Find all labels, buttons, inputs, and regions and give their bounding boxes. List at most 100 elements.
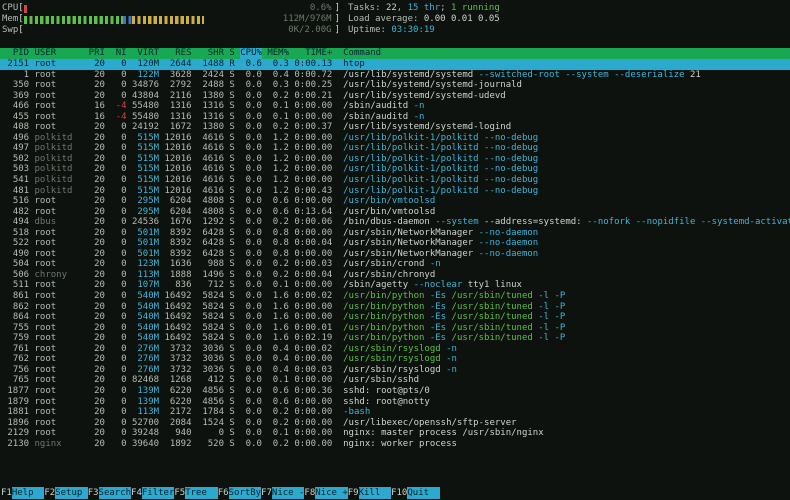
process-row[interactable]: 511 root 20 0 107M 836 712 S 0.0 0.1 0:00.00/sbin/… [0,280,790,291]
process-row[interactable]: 1896 root 20 0 52700 2084 1524 S 0.0 0.2 0:00.00/u… [0,418,790,429]
cell-shr: 4616 [202,185,225,196]
process-row[interactable]: 2130 nginx 20 0 39640 1892 520 S 0.0 0.2 0:00.00 ng… [0,439,790,450]
process-row[interactable]: 504 root 20 0 123M 1636 988 S 0.0 0.2 0:00.03/usr/… [0,259,790,270]
function-key-f6[interactable]: F6 SortBy [218,487,261,499]
process-row[interactable]: 761 root 20 0 276M 3732 3036 S 0.0 0.4 0:00.02/usr… [0,344,790,355]
process-row[interactable]: 490 root 20 0 501M 8392 6428 S 0.0 0.8 0:00.00/usr… [0,249,790,260]
column-header-ni[interactable]: NI [110,48,127,59]
process-row[interactable]: 502 polkitd 20 0 515M 12016 4616 S 0.0 1.2 0:00.00… [0,154,790,165]
cell-res: 12016 [164,185,192,196]
command-segment: nginx: master process /usr/sbin/nginx [343,428,544,439]
cell-shr: 3036 [202,343,225,354]
function-key-f7[interactable]: F7 Nice - [261,487,304,499]
cell-virt: 540M [137,333,160,344]
cell-user: chrony [34,269,67,280]
cell-user: root [34,375,57,386]
column-header-state[interactable]: S [229,48,234,59]
command-segment: /usr/sbin/tuned [451,291,539,302]
function-key-f10[interactable]: F10 Quit [391,487,440,499]
column-header-res[interactable]: RES [164,48,191,59]
function-key-f4[interactable]: F4 Filter [131,487,174,499]
cell-user: root [34,111,57,122]
cell-command: sshd: root@pts/0 [343,386,790,397]
process-row[interactable]: 518 root 20 0 501M 8392 6428 S 0.0 0.8 0:00.00/usr… [0,228,790,239]
column-header-virt[interactable]: VIRT [132,48,159,59]
cell-virt: 82468 [131,375,160,386]
process-row[interactable]: 765 root 20 0 82468 1268 412 S 0.0 0.1 0:00.00/usr… [0,375,790,386]
column-header-mem[interactable]: MEM% [267,48,289,59]
cell-res: 16492 [164,291,192,302]
process-row[interactable]: 864 root 20 0 540M 16492 5824 S 0.0 1.6 0:00.00/us… [0,312,790,323]
cell-virt: 540M [137,312,160,323]
cell-nice: 0 [121,143,127,154]
process-row[interactable]: 762 root 20 0 276M 3732 3036 S 0.0 0.4 0:00.00/usr… [0,354,790,365]
cell-pid: 503 [12,164,30,175]
process-row[interactable]: 481 polkitd 20 0 515M 12016 4616 S 0.0 1.2 0:00.43… [0,186,790,197]
process-row[interactable]: 482 root 20 0 295M 6204 4808 S 0.0 0.6 0:13.64/usr… [0,207,790,218]
process-row[interactable]: 522 root 20 0 501M 8392 6428 S 0.0 0.8 0:00.04/usr… [0,238,790,249]
function-key-f2[interactable]: F2 Setup [44,487,88,499]
process-row[interactable]: 759 root 20 0 540M 16492 5824 S 0.0 1.6 0:02.19/us… [0,333,790,344]
cell-nice: 0 [121,185,127,196]
process-row[interactable]: 1 root 20 0 122M 3628 2424 S 0.0 0.4 0:00.72/usr/l… [0,70,790,81]
cell-virt: 139M [137,396,160,407]
process-row[interactable]: 506 chrony 20 0 113M 1888 1496 S 0.0 0.2 0:00.04/u… [0,270,790,281]
cell-user: polkitd [34,143,73,154]
htop-terminal: CPU[0.6%] Mem[112M/976M] Swp[0K/2.00G] T… [0,0,790,500]
function-key-f3[interactable]: F3 Search [88,487,131,499]
function-key-f1[interactable]: F1 Help [1,487,45,499]
process-row[interactable]: 516 root 20 0 295M 6204 4808 S 0.0 0.6 0:00.00/usr… [0,196,790,207]
cell-res: 3732 [169,343,192,354]
process-row[interactable]: 350 root 20 0 34876 2792 2488 S 0.0 0.3 0:00.25/us… [0,80,790,91]
column-header-pid[interactable]: PID [2,48,29,59]
process-row-selected[interactable]: 2151 root 20 0 120M 2644 1488 R 0.6 0.3 0:00.13 hto… [0,59,790,70]
cell-time: 0:00.00 [294,101,333,112]
cell-priority: 20 [94,396,105,407]
cell-user: root [34,407,57,418]
process-row[interactable]: 1881 root 20 0 113M 2172 1784 S 0.0 0.2 0:00.00 -ba… [0,407,790,418]
cell-virt: 120M [137,59,160,69]
process-row[interactable]: 755 root 20 0 540M 16492 5824 S 0.0 1.6 0:00.01/us… [0,323,790,334]
memory-meter: Mem[112M/976M] [2,14,340,25]
column-header-pri[interactable]: PRI [89,48,105,59]
process-row[interactable]: 494 dbus 20 0 24536 1676 1292 S 0.0 0.2 0:00.06/bi… [0,217,790,228]
column-header-time[interactable]: TIME+ [294,48,332,59]
cell-cpu-percent: 0.0 [245,90,262,101]
cell-res: 1676 [169,217,192,228]
process-row[interactable]: 369 root 20 0 43804 2116 1380 S 0.0 0.2 0:00.21/us… [0,91,790,102]
column-header-command[interactable]: Command [343,48,790,59]
cell-command: nginx: worker process [343,439,790,450]
cell-res: 6220 [169,385,192,396]
tasks-separator-2: ; [440,3,451,13]
process-row[interactable]: 497 polkitd 20 0 515M 12016 4616 S 0.0 1.2 0:00.00… [0,143,790,154]
cell-res: 8392 [169,227,192,238]
process-row[interactable]: 1877 root 20 0 139M 6220 4856 S 0.0 0.6 0:00.36 ssh… [0,386,790,397]
cell-virt: 276M [137,364,160,375]
command-segment: htop [343,59,365,69]
function-key-f8[interactable]: F8 Nice + [304,487,348,499]
function-key-f5[interactable]: F5 Tree [174,487,218,499]
cell-res: 16492 [164,333,192,344]
process-row[interactable]: 861 root 20 0 540M 16492 5824 S 0.0 1.6 0:00.02/us… [0,291,790,302]
process-row[interactable]: 541 polkitd 20 0 515M 12016 4616 S 0.0 1.2 0:00.00… [0,175,790,186]
column-header-user[interactable]: USER [34,48,83,59]
command-segment: /sbin/auditd [343,101,414,112]
function-key-number: F4 [131,488,142,498]
column-header-cpu-sort[interactable]: CPU% [240,48,262,59]
function-key-label: Search [98,487,132,499]
cell-command: /usr/bin/python -Es /usr/sbin/tuned -l -… [343,291,790,302]
cell-cpu-percent: 0.0 [245,217,262,228]
process-row[interactable]: 503 polkitd 20 0 515M 12016 4616 S 0.0 1.2 0:00.00… [0,164,790,175]
process-row[interactable]: 496 polkitd 20 0 515M 12016 4616 S 0.0 1.2 0:00.00… [0,133,790,144]
process-row[interactable]: 862 root 20 0 540M 16492 5824 S 0.0 1.6 0:00.00/us… [0,302,790,313]
process-row[interactable]: 1879 root 20 0 139M 6220 4856 S 0.0 0.6 0:00.00 ssh… [0,397,790,408]
process-row[interactable]: 455 root 16 -4 55480 1316 1316 S 0.0 0.1 0:00.00/s… [0,112,790,123]
cell-command: /usr/lib/polkit-1/polkitd --no-debug [343,154,790,165]
process-row[interactable]: 408 root 20 0 24192 1672 1380 S 0.0 0.2 0:00.37/us… [0,122,790,133]
function-key-f9[interactable]: F9 Kill [348,487,392,499]
column-header-shr[interactable]: SHR [197,48,224,59]
process-row[interactable]: 2129 root 20 0 39248 940 0 S 0.0 0.1 0:00.00 nginx:… [0,428,790,439]
process-row[interactable]: 466 root 16 -4 55480 1316 1316 S 0.0 0.1 0:00.00/s… [0,101,790,112]
cell-shr: 6428 [202,248,225,259]
process-row[interactable]: 756 root 20 0 276M 3732 3036 S 0.0 0.4 0:00.03/usr… [0,365,790,376]
